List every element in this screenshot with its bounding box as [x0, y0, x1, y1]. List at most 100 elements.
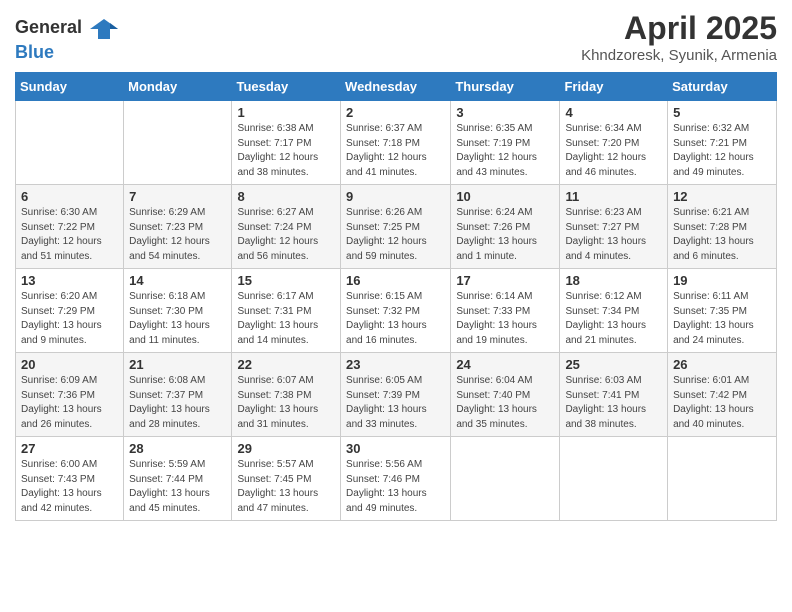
day-number: 4: [565, 105, 662, 120]
logo: General Blue: [15, 15, 118, 63]
day-info: Sunrise: 5:56 AM Sunset: 7:46 PM Dayligh…: [346, 458, 445, 516]
calendar-cell: 1Sunrise: 6:38 AM Sunset: 7:17 PM Daylig…: [232, 101, 341, 185]
day-info: Sunrise: 6:34 AM Sunset: 7:20 PM Dayligh…: [565, 122, 662, 180]
day-info: Sunrise: 6:00 AM Sunset: 7:43 PM Dayligh…: [21, 458, 118, 516]
day-info: Sunrise: 6:21 AM Sunset: 7:28 PM Dayligh…: [673, 206, 771, 264]
calendar-header: SundayMondayTuesdayWednesdayThursdayFrid…: [16, 73, 777, 101]
day-number: 13: [21, 273, 118, 288]
day-info: Sunrise: 6:37 AM Sunset: 7:18 PM Dayligh…: [346, 122, 445, 180]
calendar-cell: 22Sunrise: 6:07 AM Sunset: 7:38 PM Dayli…: [232, 353, 341, 437]
day-number: 12: [673, 189, 771, 204]
weekday-header-saturday: Saturday: [668, 73, 777, 101]
page-title: April 2025: [581, 10, 777, 47]
calendar-cell: 5Sunrise: 6:32 AM Sunset: 7:21 PM Daylig…: [668, 101, 777, 185]
logo-blue: Blue: [15, 42, 54, 62]
logo-general: General: [15, 17, 82, 37]
day-info: Sunrise: 6:29 AM Sunset: 7:23 PM Dayligh…: [129, 206, 226, 264]
day-number: 27: [21, 441, 118, 456]
weekday-header-thursday: Thursday: [451, 73, 560, 101]
day-number: 3: [456, 105, 554, 120]
day-info: Sunrise: 6:32 AM Sunset: 7:21 PM Dayligh…: [673, 122, 771, 180]
day-number: 29: [237, 441, 335, 456]
day-number: 15: [237, 273, 335, 288]
day-info: Sunrise: 6:14 AM Sunset: 7:33 PM Dayligh…: [456, 290, 554, 348]
day-info: Sunrise: 6:26 AM Sunset: 7:25 PM Dayligh…: [346, 206, 445, 264]
day-number: 18: [565, 273, 662, 288]
day-number: 2: [346, 105, 445, 120]
logo-line1: General: [15, 15, 118, 43]
calendar-cell: 15 Sunrise: 6:17 AM Sunset: 7:31 PM Dayli…: [232, 269, 341, 353]
title-block: April 2025 Khndzoresk, Syunik, Armenia: [581, 10, 777, 64]
day-info: Sunrise: 6:30 AM Sunset: 7:22 PM Dayligh…: [21, 206, 118, 264]
calendar-cell: 11Sunrise: 6:23 AM Sunset: 7:27 PM Dayli…: [560, 185, 668, 269]
calendar-cell: [560, 437, 668, 521]
calendar-cell: 30 Sunrise: 5:56 AM Sunset: 7:46 PM Dayli…: [341, 437, 451, 521]
page-header: General Blue April 2025 Khndzoresk, Syun…: [15, 10, 777, 64]
calendar-cell: 18 Sunrise: 6:12 AM Sunset: 7:34 PM Dayli…: [560, 269, 668, 353]
day-info: Sunrise: 6:24 AM Sunset: 7:26 PM Dayligh…: [456, 206, 554, 264]
calendar-cell: 26 Sunrise: 6:01 AM Sunset: 7:42 PM Dayli…: [668, 353, 777, 437]
calendar-cell: 12 Sunrise: 6:21 AM Sunset: 7:28 PM Dayli…: [668, 185, 777, 269]
calendar-cell: 6Sunrise: 6:30 AM Sunset: 7:22 PM Daylig…: [16, 185, 124, 269]
day-info: Sunrise: 6:23 AM Sunset: 7:27 PM Dayligh…: [565, 206, 662, 264]
calendar-cell: 9 Sunrise: 6:26 AM Sunset: 7:25 PM Daylig…: [341, 185, 451, 269]
day-info: Sunrise: 5:57 AM Sunset: 7:45 PM Dayligh…: [237, 458, 335, 516]
day-info: Sunrise: 6:03 AM Sunset: 7:41 PM Dayligh…: [565, 374, 662, 432]
calendar-cell: 3 Sunrise: 6:35 AM Sunset: 7:19 PM Daylig…: [451, 101, 560, 185]
day-number: 28: [129, 441, 226, 456]
day-number: 25: [565, 357, 662, 372]
day-number: 30: [346, 441, 445, 456]
calendar-cell: 24 Sunrise: 6:04 AM Sunset: 7:40 PM Dayli…: [451, 353, 560, 437]
calendar-cell: 27 Sunrise: 6:00 AM Sunset: 7:43 PM Dayli…: [16, 437, 124, 521]
day-info: Sunrise: 6:35 AM Sunset: 7:19 PM Dayligh…: [456, 122, 554, 180]
day-info: Sunrise: 6:18 AM Sunset: 7:30 PM Dayligh…: [129, 290, 226, 348]
calendar-cell: 7 Sunrise: 6:29 AM Sunset: 7:23 PM Daylig…: [124, 185, 232, 269]
day-info: Sunrise: 6:12 AM Sunset: 7:34 PM Dayligh…: [565, 290, 662, 348]
day-number: 16: [346, 273, 445, 288]
day-info: Sunrise: 6:15 AM Sunset: 7:32 PM Dayligh…: [346, 290, 445, 348]
day-number: 10: [456, 189, 554, 204]
calendar-cell: 28 Sunrise: 5:59 AM Sunset: 7:44 PM Dayli…: [124, 437, 232, 521]
calendar-cell: [124, 101, 232, 185]
day-number: 9: [346, 189, 445, 204]
day-info: Sunrise: 6:27 AM Sunset: 7:24 PM Dayligh…: [237, 206, 335, 264]
day-number: 7: [129, 189, 226, 204]
day-number: 24: [456, 357, 554, 372]
day-number: 19: [673, 273, 771, 288]
calendar-cell: 14 Sunrise: 6:18 AM Sunset: 7:30 PM Dayli…: [124, 269, 232, 353]
day-info: Sunrise: 5:59 AM Sunset: 7:44 PM Dayligh…: [129, 458, 226, 516]
weekday-header-friday: Friday: [560, 73, 668, 101]
weekday-header-wednesday: Wednesday: [341, 73, 451, 101]
day-info: Sunrise: 6:09 AM Sunset: 7:36 PM Dayligh…: [21, 374, 118, 432]
calendar-cell: 17 Sunrise: 6:14 AM Sunset: 7:33 PM Dayli…: [451, 269, 560, 353]
calendar-cell: [16, 101, 124, 185]
calendar-cell: 8 Sunrise: 6:27 AM Sunset: 7:24 PM Daylig…: [232, 185, 341, 269]
day-info: Sunrise: 6:07 AM Sunset: 7:38 PM Dayligh…: [237, 374, 335, 432]
day-info: Sunrise: 6:01 AM Sunset: 7:42 PM Dayligh…: [673, 374, 771, 432]
page-subtitle: Khndzoresk, Syunik, Armenia: [581, 47, 777, 64]
day-number: 26: [673, 357, 771, 372]
calendar-cell: 29 Sunrise: 5:57 AM Sunset: 7:45 PM Dayli…: [232, 437, 341, 521]
calendar-table: SundayMondayTuesdayWednesdayThursdayFrid…: [15, 72, 777, 521]
calendar-cell: [451, 437, 560, 521]
weekday-header-tuesday: Tuesday: [232, 73, 341, 101]
day-info: Sunrise: 6:20 AM Sunset: 7:29 PM Dayligh…: [21, 290, 118, 348]
day-number: 14: [129, 273, 226, 288]
day-number: 17: [456, 273, 554, 288]
logo-bird-icon: [90, 15, 118, 43]
calendar-cell: 16 Sunrise: 6:15 AM Sunset: 7:32 PM Dayli…: [341, 269, 451, 353]
day-info: Sunrise: 6:08 AM Sunset: 7:37 PM Dayligh…: [129, 374, 226, 432]
day-number: 8: [237, 189, 335, 204]
calendar-cell: 20Sunrise: 6:09 AM Sunset: 7:36 PM Dayli…: [16, 353, 124, 437]
day-info: Sunrise: 6:04 AM Sunset: 7:40 PM Dayligh…: [456, 374, 554, 432]
calendar-cell: 25 Sunrise: 6:03 AM Sunset: 7:41 PM Dayli…: [560, 353, 668, 437]
calendar-cell: 13 Sunrise: 6:20 AM Sunset: 7:29 PM Dayli…: [16, 269, 124, 353]
weekday-header-sunday: Sunday: [16, 73, 124, 101]
day-info: Sunrise: 6:05 AM Sunset: 7:39 PM Dayligh…: [346, 374, 445, 432]
day-info: Sunrise: 6:17 AM Sunset: 7:31 PM Dayligh…: [237, 290, 335, 348]
calendar-cell: 23 Sunrise: 6:05 AM Sunset: 7:39 PM Dayli…: [341, 353, 451, 437]
day-number: 1: [237, 105, 335, 120]
day-number: 21: [129, 357, 226, 372]
calendar-cell: 2 Sunrise: 6:37 AM Sunset: 7:18 PM Daylig…: [341, 101, 451, 185]
day-number: 23: [346, 357, 445, 372]
